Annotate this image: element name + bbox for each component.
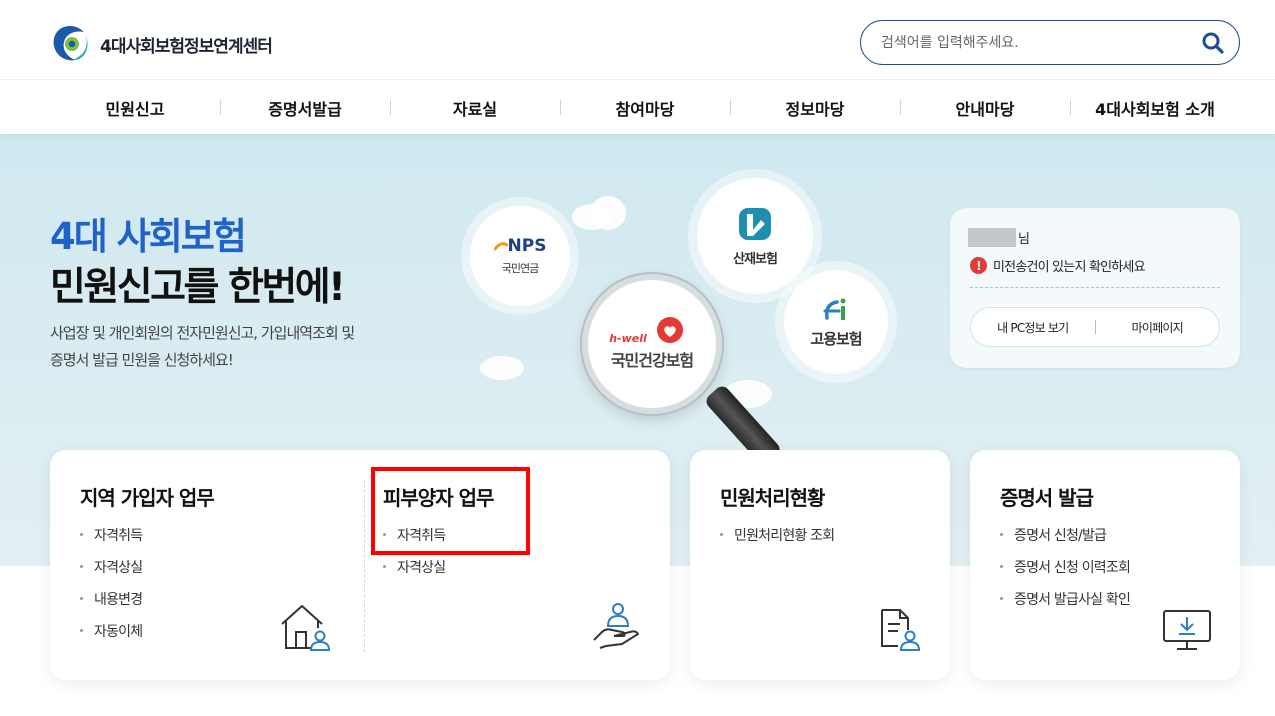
site-logo[interactable]: 4대사회보험정보연계센터 <box>50 24 273 64</box>
hero-description: 사업장 및 개인회원의 전자민원신고, 가입내역조회 및 증명서 발급 민원을 … <box>50 320 430 374</box>
certificate-list: 증명서 신청/발급 증명서 신청 이력조회 증명서 발급사실 확인 <box>1000 525 1131 621</box>
cloud-decoration <box>480 356 524 380</box>
certificate-card-title: 증명서 발급 <box>1000 486 1094 510</box>
dependent-card-title: 피부양자 업무 <box>383 486 494 510</box>
user-info-card: 님 ! 미전송건이 있는지 확인하세요 내 PC정보 보기 마이페이지 <box>950 208 1240 368</box>
hero-desc-line2: 증명서 발급 민원을 신청하세요! <box>50 351 234 369</box>
dependent-item-lose[interactable]: 자격상실 <box>383 557 446 589</box>
main-nav: 민원신고 증명서발급 자료실 참여마당 정보마당 안내마당 4대사회보험 소개 <box>0 81 1275 134</box>
certificate-card: 증명서 발급 증명서 신청/발급 증명서 신청 이력조회 증명서 발급사실 확인 <box>970 450 1240 680</box>
regional-card-title: 지역 가입자 업무 <box>80 486 215 510</box>
processing-status-card: 민원처리현황 민원처리현황 조회 <box>690 450 950 680</box>
certificate-item-history[interactable]: 증명서 신청 이력조회 <box>1000 557 1131 589</box>
document-person-icon <box>881 609 921 651</box>
kcomwel-label: 산재보험 <box>733 251 778 267</box>
site-header: 4대사회보험정보연계센터 <box>0 0 1275 80</box>
logo-mark-icon <box>53 26 88 61</box>
hero-title-line1: 4대 사회보험 <box>50 215 247 258</box>
nhis-label: 국민건강보험 <box>610 351 694 370</box>
alert-icon: ! <box>970 257 987 274</box>
house-person-icon <box>281 605 331 651</box>
nps-badge[interactable]: NPS 국민연금 <box>470 206 570 306</box>
unsent-notice[interactable]: ! 미전송건이 있는지 확인하세요 <box>970 256 1146 275</box>
regional-list: 자격취득 자격상실 내용변경 자동이체 <box>80 525 143 653</box>
kcomwel-logo-icon <box>739 207 771 240</box>
nav-item-information[interactable]: 정보마당 <box>730 81 900 134</box>
hand-person-icon <box>593 603 639 649</box>
nps-logo: NPS <box>493 236 546 256</box>
dashed-divider <box>970 287 1220 288</box>
nav-item-guide[interactable]: 안내마당 <box>900 81 1070 134</box>
status-item-lookup[interactable]: 민원처리현황 조회 <box>720 525 835 557</box>
status-card-title: 민원처리현황 <box>720 486 825 510</box>
regional-item-change[interactable]: 내용변경 <box>80 589 143 621</box>
employment-insurance-badge[interactable]: 고용보험 <box>784 270 888 374</box>
masked-username <box>968 228 1016 247</box>
monitor-download-icon <box>1163 610 1211 650</box>
nps-swoosh-icon <box>493 242 508 251</box>
hero-title-line2: 민원신고를 한번에! <box>50 265 346 310</box>
nhis-magnifier-badge[interactable]: h-well 국민건강보험 <box>582 274 722 414</box>
regional-item-lose[interactable]: 자격상실 <box>80 557 143 589</box>
kcomwel-badge[interactable]: 산재보험 <box>697 178 813 294</box>
search-box <box>860 20 1240 65</box>
hero-desc-line1: 사업장 및 개인회원의 전자민원신고, 가입내역조회 및 <box>50 324 355 342</box>
logo-text: 4대사회보험정보연계센터 <box>100 36 273 57</box>
certificate-item-issue[interactable]: 증명서 신청/발급 <box>1000 525 1130 557</box>
subscriber-services-card: 지역 가입자 업무 자격취득 자격상실 내용변경 자동이체 피부양자 업무 자격… <box>50 450 670 680</box>
dependent-item-acquire[interactable]: 자격취득 <box>383 525 446 557</box>
search-icon[interactable] <box>1201 31 1225 55</box>
cloud-decoration <box>590 196 626 230</box>
ei-label: 고용보험 <box>810 329 862 348</box>
nhis-logo: h-well <box>609 317 685 345</box>
nav-item-civil-report[interactable]: 민원신고 <box>50 81 220 134</box>
search-input[interactable] <box>881 31 1181 55</box>
certificate-item-verify[interactable]: 증명서 발급사실 확인 <box>1000 589 1131 621</box>
card-divider <box>364 480 365 652</box>
notice-text: 미전송건이 있는지 확인하세요 <box>993 260 1146 275</box>
dependent-list: 자격취득 자격상실 <box>383 525 446 589</box>
ei-logo-icon <box>823 298 846 320</box>
nav-item-library[interactable]: 자료실 <box>390 81 560 134</box>
heart-icon <box>656 317 683 343</box>
nps-label: 국민연금 <box>501 262 539 275</box>
regional-item-autopay[interactable]: 자동이체 <box>80 621 143 653</box>
status-list: 민원처리현황 조회 <box>720 525 835 557</box>
nav-item-certificate[interactable]: 증명서발급 <box>220 81 390 134</box>
mypage-button[interactable]: 마이페이지 <box>1096 319 1220 336</box>
nav-item-participation[interactable]: 참여마당 <box>560 81 730 134</box>
regional-item-acquire[interactable]: 자격취득 <box>80 525 143 557</box>
user-actions: 내 PC정보 보기 마이페이지 <box>970 307 1220 347</box>
pc-info-button[interactable]: 내 PC정보 보기 <box>971 319 1095 336</box>
nav-item-about[interactable]: 4대사회보험 소개 <box>1070 81 1240 134</box>
user-name: 님 <box>968 228 1030 247</box>
